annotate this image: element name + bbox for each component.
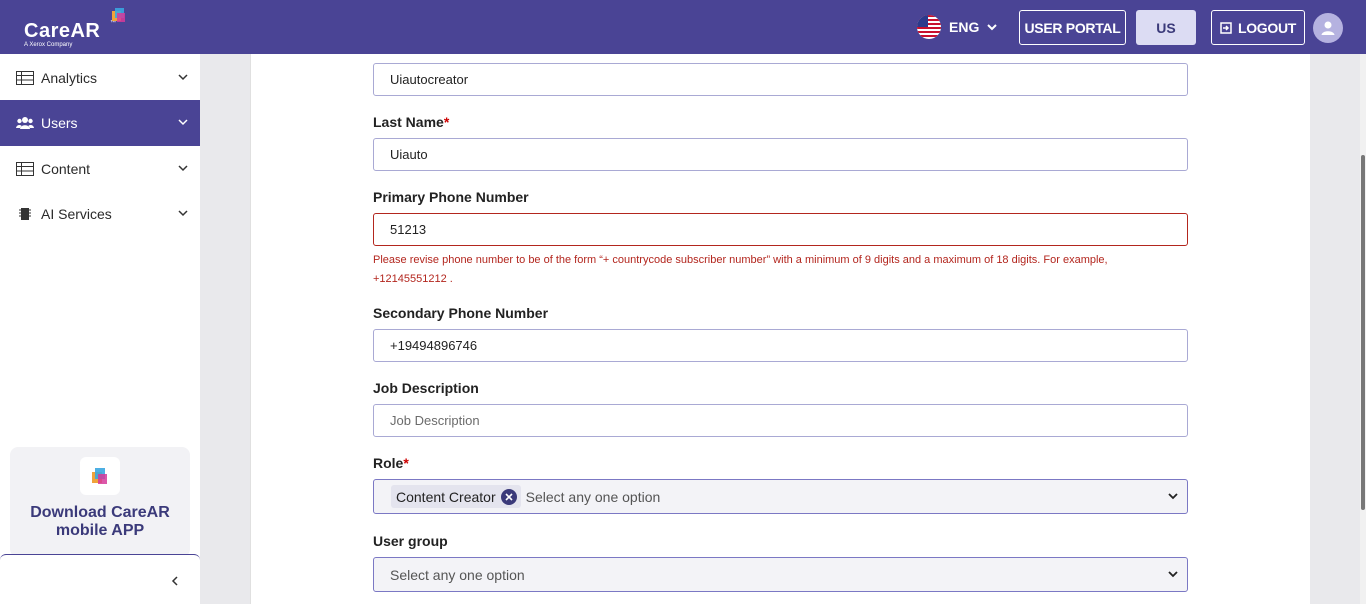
primary-phone-label: Primary Phone Number xyxy=(373,189,529,205)
user-avatar[interactable] xyxy=(1313,13,1343,43)
table-icon xyxy=(16,71,34,85)
chevron-down-icon xyxy=(178,165,188,172)
scrollbar-thumb[interactable] xyxy=(1361,155,1365,510)
us-flag-icon xyxy=(917,15,941,39)
region-button[interactable]: US xyxy=(1136,10,1196,45)
logout-label: LOGOUT xyxy=(1237,19,1297,36)
chip-icon xyxy=(16,207,34,221)
download-app-text: Download CareAR mobile APP xyxy=(30,504,170,539)
logout-button[interactable]: LOGOUT xyxy=(1211,10,1305,45)
sidebar-item-content[interactable]: Content xyxy=(0,146,200,192)
download-app-promo[interactable]: Download CareAR mobile APP xyxy=(10,447,190,557)
chevron-down-icon xyxy=(178,119,188,126)
carear-logo[interactable]: CareAR ™ A Xerox Company xyxy=(24,8,134,50)
chevron-left-icon[interactable] xyxy=(170,575,180,587)
secondary-phone-value: +19494896746 xyxy=(390,338,478,353)
required-mark: * xyxy=(443,114,450,130)
first-name-field[interactable]: Uiautocreator xyxy=(373,63,1188,96)
role-chip: Content Creator xyxy=(391,485,521,508)
job-description-field[interactable]: Job Description xyxy=(373,404,1188,437)
primary-phone-value: 51213 xyxy=(390,222,427,237)
role-label: Role* xyxy=(373,455,409,471)
sidebar: Analytics Users Content AI Services Down… xyxy=(0,54,200,604)
last-name-field[interactable]: Uiauto xyxy=(373,138,1188,171)
primary-phone-error: Please revise phone number to be of the … xyxy=(373,254,1108,285)
carear-app-icon xyxy=(80,457,120,495)
user-icon xyxy=(1321,21,1335,35)
primary-phone-field[interactable]: 51213 xyxy=(373,213,1188,246)
secondary-phone-field[interactable]: +19494896746 xyxy=(373,329,1188,362)
sidebar-item-users[interactable]: Users xyxy=(0,100,200,146)
sidebar-collapse-bar xyxy=(0,554,200,604)
last-name-label: Last Name* xyxy=(373,114,449,130)
first-name-value: Uiautocreator xyxy=(390,72,469,87)
sidebar-item-label: AI Services xyxy=(41,206,112,222)
secondary-phone-label: Secondary Phone Number xyxy=(373,305,549,321)
sidebar-item-ai-services[interactable]: AI Services xyxy=(0,191,200,237)
logo-mark-icon xyxy=(112,8,125,22)
chevron-down-icon xyxy=(1168,571,1178,578)
logo-subtitle: A Xerox Company xyxy=(24,42,73,48)
logout-icon xyxy=(1220,21,1232,34)
last-name-value: Uiauto xyxy=(390,147,428,162)
right-gutter xyxy=(1310,54,1360,604)
chevron-down-icon xyxy=(178,210,188,217)
role-label-text: Role xyxy=(373,455,404,471)
sidebar-item-label: Users xyxy=(41,115,78,131)
users-icon xyxy=(16,116,34,130)
job-description-placeholder: Job Description xyxy=(390,413,480,428)
sidebar-item-label: Analytics xyxy=(41,70,98,86)
chevron-down-icon xyxy=(178,74,188,81)
logo-text: CareAR xyxy=(24,20,101,42)
role-select[interactable]: Content Creator Select any one option xyxy=(373,479,1188,514)
user-group-label: User group xyxy=(373,533,448,549)
required-mark: * xyxy=(403,455,409,471)
remove-chip-icon[interactable] xyxy=(500,488,517,505)
chevron-down-icon xyxy=(987,24,998,31)
role-placeholder: Select any one option xyxy=(525,488,661,505)
sidebar-item-analytics[interactable]: Analytics xyxy=(0,55,200,101)
user-portal-button[interactable]: USER PORTAL xyxy=(1019,10,1126,45)
sidebar-item-label: Content xyxy=(41,161,91,177)
language-selector[interactable]: ENG xyxy=(917,14,998,40)
last-name-label-text: Last Name xyxy=(373,114,444,130)
language-label: ENG xyxy=(949,19,980,35)
user-group-placeholder: Select any one option xyxy=(390,566,525,583)
table-icon xyxy=(16,162,34,176)
top-bar: CareAR ™ A Xerox Company ENG USER PORTAL… xyxy=(0,0,1366,54)
job-description-label: Job Description xyxy=(373,380,479,396)
user-group-select[interactable]: Select any one option xyxy=(373,557,1188,592)
chevron-down-icon xyxy=(1168,493,1178,500)
role-chip-label: Content Creator xyxy=(396,488,496,505)
